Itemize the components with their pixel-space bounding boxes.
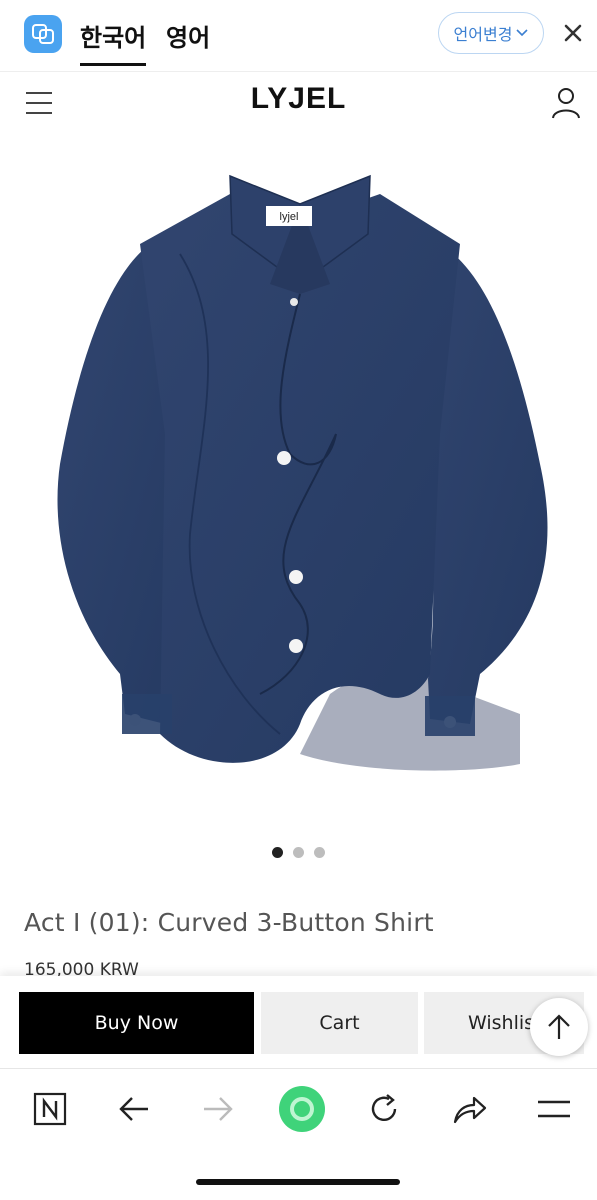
site-header: LYJEL (0, 72, 597, 134)
menu-icon[interactable] (534, 1089, 574, 1129)
green-home-icon[interactable] (278, 1085, 326, 1133)
naver-n-icon[interactable] (30, 1089, 70, 1129)
chevron-down-icon (516, 29, 529, 37)
cart-button[interactable]: Cart (261, 992, 418, 1054)
forward-arrow-icon[interactable] (198, 1089, 238, 1129)
tab-english[interactable]: 영어 (166, 18, 210, 53)
translate-app-logo-icon (24, 15, 62, 53)
translate-bar: 한국어 영어 언어변경 (0, 0, 597, 72)
carousel-dot-3[interactable] (314, 847, 325, 858)
back-arrow-icon[interactable] (114, 1089, 154, 1129)
arrow-up-icon (548, 1014, 570, 1039)
change-language-button[interactable]: 언어변경 (438, 12, 544, 54)
buy-now-button[interactable]: Buy Now (19, 992, 254, 1054)
image-carousel-indicator[interactable] (0, 847, 597, 858)
carousel-dot-2[interactable] (293, 847, 304, 858)
product-image[interactable]: lyjel (0, 134, 597, 834)
product-title: Act I (01): Curved 3-Button Shirt (24, 908, 434, 937)
tab-korean[interactable]: 한국어 (80, 18, 147, 66)
home-indicator (196, 1179, 400, 1185)
shirt-label: lyjel (280, 211, 299, 223)
carousel-dot-1[interactable] (272, 847, 283, 858)
share-icon[interactable] (450, 1089, 490, 1129)
shirt-illustration: lyjel (57, 174, 548, 771)
purchase-action-bar: Buy Now Cart Wishlis (0, 976, 597, 1068)
user-account-icon[interactable] (550, 86, 582, 120)
reload-icon[interactable] (364, 1089, 404, 1129)
scroll-to-top-button[interactable] (530, 998, 588, 1056)
close-icon[interactable] (560, 20, 586, 46)
change-language-label: 언어변경 (453, 25, 513, 44)
brand-logo[interactable]: LYJEL (0, 82, 597, 116)
